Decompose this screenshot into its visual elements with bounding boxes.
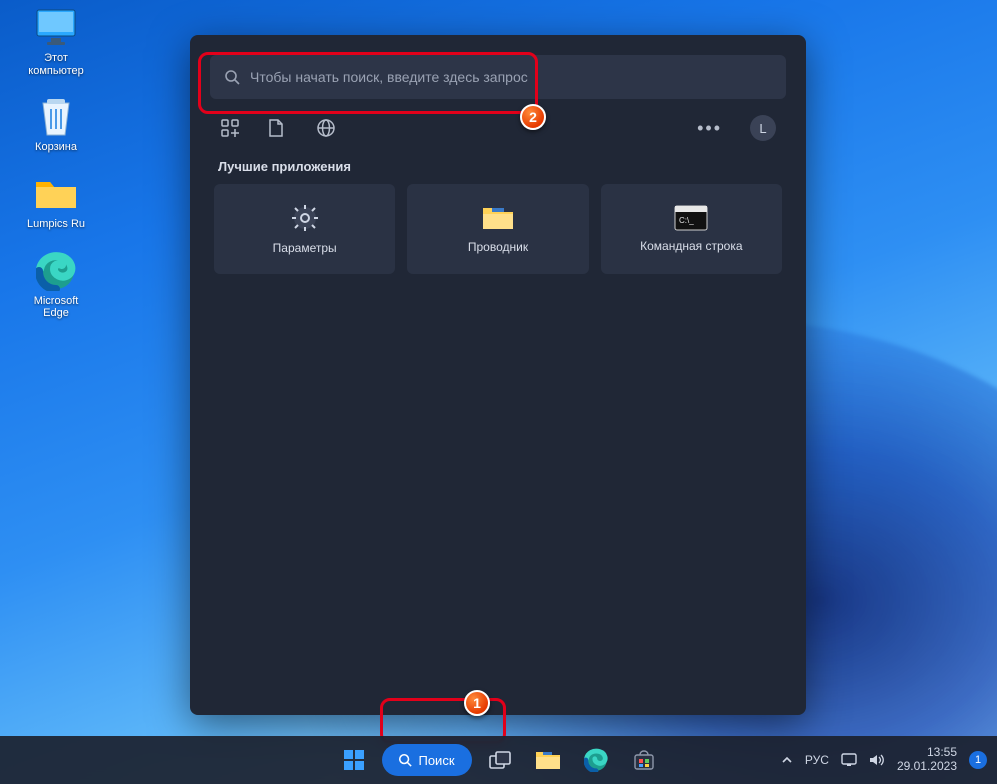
taskbar-search-button[interactable]: Поиск bbox=[382, 744, 472, 776]
taskbar-explorer[interactable] bbox=[528, 740, 568, 780]
network-icon[interactable] bbox=[841, 753, 857, 767]
desktop-icon-label: Этоткомпьютер bbox=[28, 52, 83, 77]
tray-language[interactable]: РУС bbox=[805, 753, 829, 767]
app-tile-settings[interactable]: Параметры bbox=[214, 184, 395, 274]
explorer-icon bbox=[481, 204, 515, 232]
taskbar: Поиск РУС 13:55 29.01.2023 1 bbox=[0, 736, 997, 784]
desktop-icon-folder[interactable]: Lumpics Ru bbox=[18, 172, 94, 231]
apps-filter-icon[interactable] bbox=[220, 118, 240, 138]
tray-chevron-icon[interactable] bbox=[781, 754, 793, 766]
cmd-icon: C:\_ bbox=[674, 205, 708, 231]
task-view-button[interactable] bbox=[480, 740, 520, 780]
desktop-icon-label: MicrosoftEdge bbox=[34, 295, 79, 320]
more-options-icon[interactable]: ••• bbox=[697, 118, 722, 139]
documents-filter-icon[interactable] bbox=[268, 118, 288, 138]
clock-date: 29.01.2023 bbox=[897, 760, 957, 774]
clock-time: 13:55 bbox=[897, 746, 957, 760]
recycle-bin-icon bbox=[34, 95, 78, 139]
section-title: Лучшие приложения bbox=[218, 159, 778, 174]
folder-icon bbox=[34, 172, 78, 216]
desktop-icon-label: Lumpics Ru bbox=[27, 218, 85, 231]
app-tile-label: Командная строка bbox=[640, 239, 742, 253]
search-icon bbox=[398, 753, 412, 767]
app-tile-label: Проводник bbox=[468, 240, 528, 254]
user-avatar[interactable]: L bbox=[750, 115, 776, 141]
taskbar-center: Поиск bbox=[334, 740, 664, 780]
desktop-icon-edge[interactable]: MicrosoftEdge bbox=[18, 249, 94, 320]
filter-row: ••• L bbox=[220, 115, 776, 141]
volume-icon[interactable] bbox=[869, 753, 885, 767]
settings-icon bbox=[290, 203, 320, 233]
search-box[interactable] bbox=[210, 55, 786, 99]
annotation-badge-1: 1 bbox=[464, 690, 490, 716]
svg-text:C:\_: C:\_ bbox=[679, 216, 694, 225]
start-button[interactable] bbox=[334, 740, 374, 780]
notifications-badge[interactable]: 1 bbox=[969, 751, 987, 769]
search-panel: ••• L Лучшие приложения Параметры Провод… bbox=[190, 35, 806, 715]
app-tile-label: Параметры bbox=[273, 241, 337, 255]
app-tile-explorer[interactable]: Проводник bbox=[407, 184, 588, 274]
search-input[interactable] bbox=[250, 69, 772, 85]
app-tile-cmd[interactable]: C:\_ Командная строка bbox=[601, 184, 782, 274]
edge-icon bbox=[34, 249, 78, 293]
desktop-icon-this-pc[interactable]: Этоткомпьютер bbox=[18, 6, 94, 77]
system-tray: РУС 13:55 29.01.2023 1 bbox=[781, 746, 987, 774]
desktop: Этоткомпьютер Корзина Lumpics Ru Microso… bbox=[18, 6, 94, 320]
taskbar-store[interactable] bbox=[624, 740, 664, 780]
desktop-icon-label: Корзина bbox=[35, 141, 77, 154]
desktop-icon-recycle-bin[interactable]: Корзина bbox=[18, 95, 94, 154]
top-apps-row: Параметры Проводник C:\_ Командная строк… bbox=[214, 184, 782, 274]
clock[interactable]: 13:55 29.01.2023 bbox=[897, 746, 957, 774]
search-icon bbox=[224, 69, 240, 85]
monitor-icon bbox=[34, 6, 78, 50]
taskbar-search-label: Поиск bbox=[418, 753, 454, 768]
taskbar-edge[interactable] bbox=[576, 740, 616, 780]
web-filter-icon[interactable] bbox=[316, 118, 336, 138]
annotation-badge-2: 2 bbox=[520, 104, 546, 130]
